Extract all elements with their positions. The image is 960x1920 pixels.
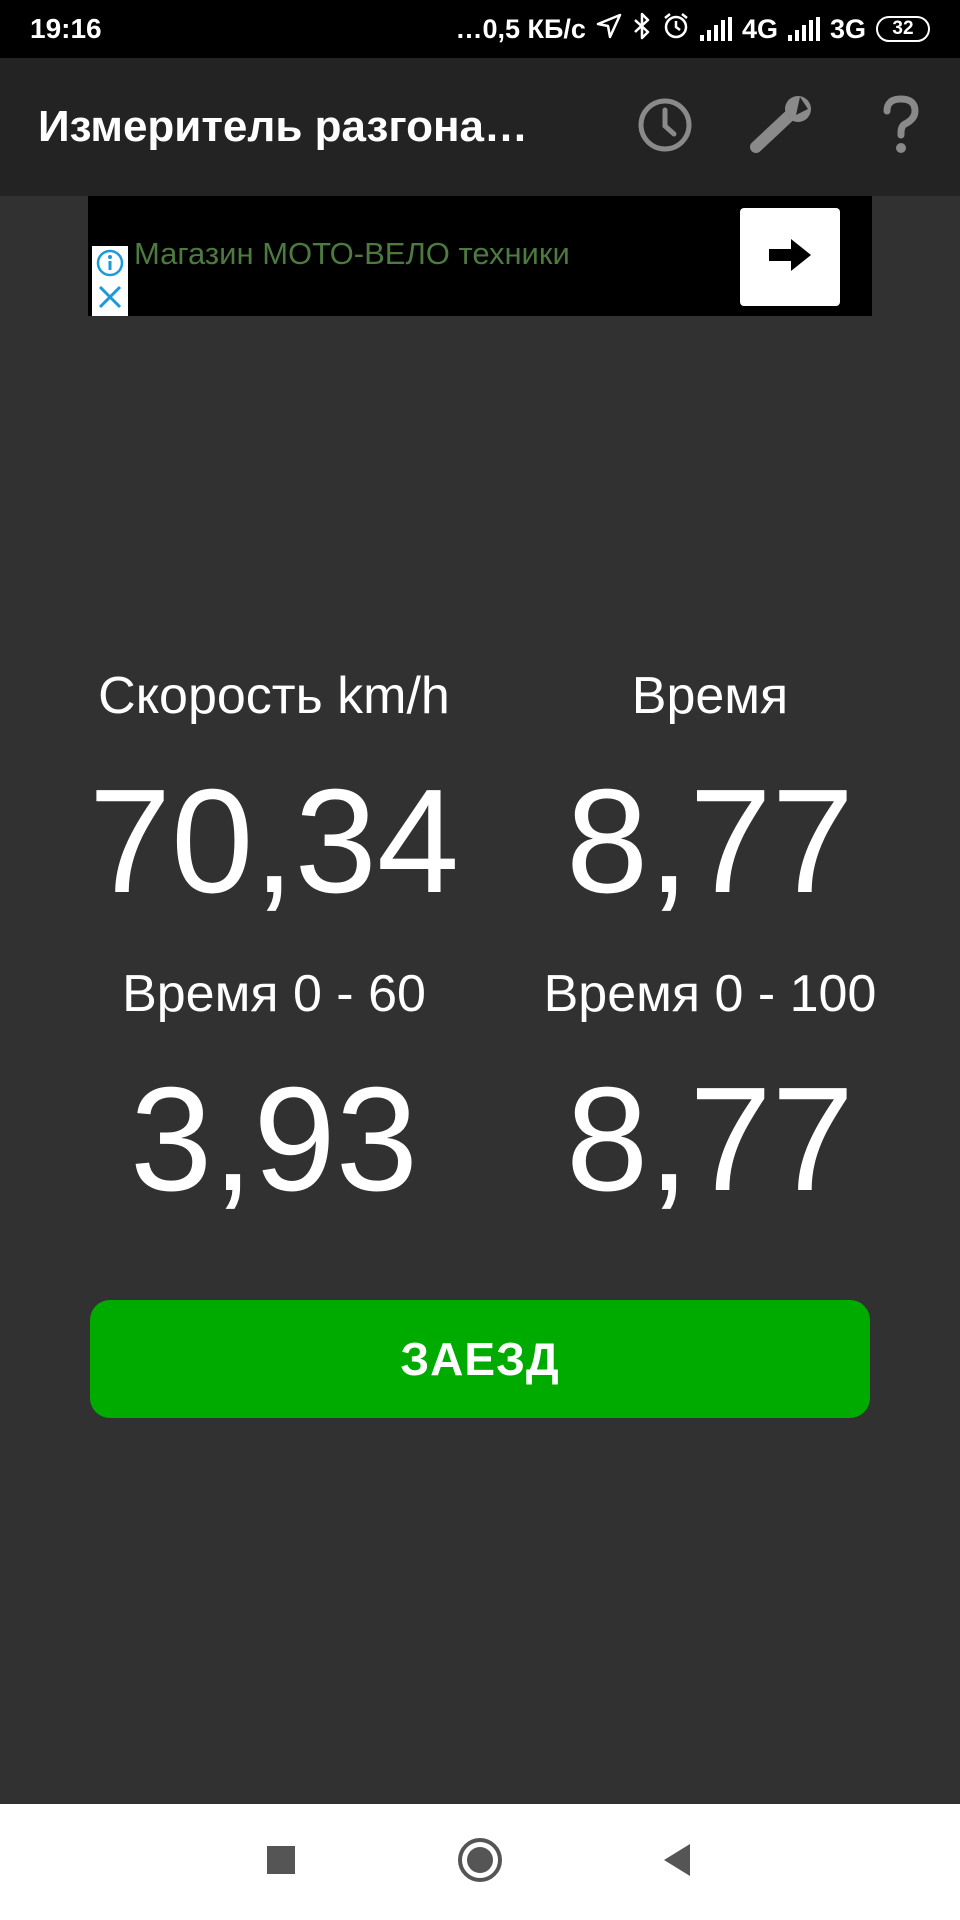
- arrow-right-icon: [765, 235, 815, 280]
- recents-square-icon: [265, 1844, 297, 1881]
- close-icon[interactable]: [97, 284, 123, 315]
- time-0-60-value: 3,93: [129, 1057, 419, 1222]
- time-label: Время: [631, 667, 789, 725]
- run-button[interactable]: ЗАЕЗД: [90, 1300, 870, 1418]
- wrench-settings-icon: [748, 95, 818, 160]
- time-0-100-label: Время 0 - 100: [543, 965, 877, 1023]
- alarm-icon: [662, 12, 690, 47]
- ad-text[interactable]: Магазин МОТО-ВЕЛО техники: [134, 236, 570, 272]
- location-icon: [596, 13, 622, 46]
- battery-icon: 32: [876, 16, 930, 42]
- time-0-100-value: 8,77: [565, 1057, 855, 1222]
- app-bar-actions: [606, 58, 960, 196]
- app-bar: Измеритель разгона…: [0, 58, 960, 196]
- battery-level: 32: [892, 18, 914, 39]
- speed-label: Скорость km/h: [98, 667, 450, 725]
- signal-icon: [699, 17, 732, 41]
- settings-button[interactable]: [724, 58, 842, 196]
- bluetooth-icon: [632, 12, 652, 47]
- status-bar: 19:16 …0,5 КБ/с 4G 3G 32: [0, 0, 960, 58]
- signal-icon: [787, 17, 820, 41]
- network-type-1: 4G: [741, 13, 778, 44]
- status-time: 19:16: [30, 13, 102, 44]
- network-type-2: 3G: [829, 13, 866, 44]
- ad-open-button[interactable]: [740, 208, 840, 306]
- status-icons: …0,5 КБ/с 4G 3G 32: [455, 12, 930, 47]
- info-icon: [95, 248, 125, 283]
- ad-banner[interactable]: Магазин МОТО-ВЕЛО техники: [88, 196, 872, 316]
- time-value: 8,77: [565, 759, 855, 924]
- home-button[interactable]: [435, 1822, 525, 1902]
- time-0-60-label: Время 0 - 60: [122, 965, 426, 1023]
- speed-value: 70,34: [88, 759, 460, 924]
- history-clock-icon: [636, 96, 694, 159]
- help-question-icon: [881, 94, 921, 160]
- back-button[interactable]: [632, 1822, 722, 1902]
- back-triangle-icon: [660, 1842, 694, 1883]
- net-speed: …0,5 КБ/с: [455, 13, 586, 44]
- home-circle-icon: [457, 1837, 503, 1888]
- ad-choices[interactable]: [92, 246, 128, 316]
- help-button[interactable]: [842, 58, 960, 196]
- recents-button[interactable]: [236, 1822, 326, 1902]
- navigation-bar: [0, 1804, 960, 1920]
- history-button[interactable]: [606, 58, 724, 196]
- app-title: Измеритель разгона…: [38, 102, 529, 151]
